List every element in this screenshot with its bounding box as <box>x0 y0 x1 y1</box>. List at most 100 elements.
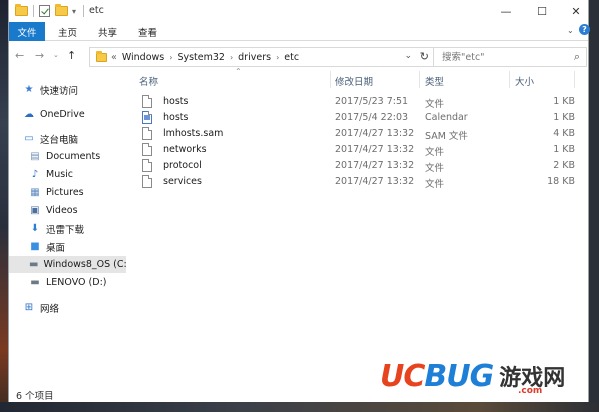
title-separator <box>83 4 84 18</box>
sidebar-item-drive-c[interactable]: ▬ Windows8_OS (C: <box>9 256 126 273</box>
calendar-file-icon <box>142 111 152 124</box>
folder-icon <box>96 50 107 62</box>
tab-home[interactable]: 主页 <box>49 22 86 41</box>
sidebar-item-label: 这台电脑 <box>40 134 79 146</box>
address-row: ← → ⌄ ↑ « Windows › System32 › drivers ›… <box>9 41 588 71</box>
table-row[interactable]: hosts 2017/5/23 7:51 文件 1 KB <box>129 94 590 110</box>
desktop-background <box>0 0 8 412</box>
column-header-name[interactable]: 名称 <box>139 74 158 88</box>
sidebar-item-label: Documents <box>46 151 101 162</box>
column-header-date[interactable]: 修改日期 <box>335 74 373 88</box>
column-divider[interactable] <box>509 71 510 88</box>
file-size: 1 KB <box>553 144 575 155</box>
window-title: etc <box>89 5 104 16</box>
file-date: 2017/4/27 13:32 <box>335 144 415 155</box>
file-name: hosts <box>163 112 189 123</box>
sidebar-item-label: Videos <box>46 205 78 216</box>
search-box[interactable]: ⌕ <box>433 47 587 67</box>
forward-button[interactable]: → <box>35 49 44 62</box>
sidebar-item-thunder-downloads[interactable]: ⬇ 迅雷下载 <box>9 220 126 237</box>
file-icon <box>142 95 152 108</box>
file-name: protocol <box>163 160 202 171</box>
sidebar-item-music[interactable]: ♪ Music <box>9 166 126 183</box>
search-icon[interactable]: ⌕ <box>574 50 580 64</box>
table-row[interactable]: protocol 2017/4/27 13:32 文件 2 KB <box>129 158 590 174</box>
sidebar-item-quick-access[interactable]: ★ 快速访问 <box>9 81 126 98</box>
breadcrumb-etc[interactable]: etc <box>284 52 299 63</box>
chevron-right-icon[interactable]: › <box>230 53 233 62</box>
cloud-icon: ☁ <box>24 109 34 120</box>
customize-quick-access-icon[interactable]: ▾ <box>72 4 76 18</box>
sidebar-item-label: Pictures <box>46 187 84 198</box>
up-button[interactable]: ↑ <box>67 49 76 62</box>
star-icon: ★ <box>24 84 34 95</box>
ribbon-tabs: 文件 主页 共享 查看 ⌄ ? <box>9 22 590 41</box>
sidebar-item-network[interactable]: ⊞ 网络 <box>9 299 126 316</box>
table-row[interactable]: hosts 2017/5/4 22:03 Calendar 1 KB <box>129 110 590 126</box>
new-folder-icon[interactable] <box>55 4 68 18</box>
properties-check-icon[interactable] <box>39 4 50 18</box>
sidebar-item-desktop[interactable]: ■ 桌面 <box>9 238 126 255</box>
breadcrumb-overflow[interactable]: « <box>111 52 117 63</box>
sidebar-item-pictures[interactable]: ▦ Pictures <box>9 184 126 201</box>
sidebar-item-label: Music <box>46 169 74 180</box>
desktop-icon: ■ <box>30 241 40 252</box>
sidebar-item-label: 迅雷下载 <box>46 224 85 236</box>
column-header-type[interactable]: 类型 <box>425 74 444 88</box>
sidebar-item-drive-d[interactable]: ▬ LENOVO (D:) <box>9 274 126 291</box>
watermark-url: .com <box>518 386 543 396</box>
sidebar-item-documents[interactable]: ▤ Documents <box>9 148 126 165</box>
file-date: 2017/5/4 22:03 <box>335 112 409 123</box>
chevron-right-icon[interactable]: › <box>169 53 172 62</box>
minimize-button[interactable]: — <box>491 0 521 22</box>
desktop-background-bottom <box>0 402 599 412</box>
column-header-size[interactable]: 大小 <box>515 74 534 88</box>
file-type: 文件 <box>425 179 445 190</box>
file-size: 2 KB <box>553 160 575 171</box>
breadcrumb-drivers[interactable]: drivers <box>238 52 271 63</box>
item-count: 6 个项目 <box>16 391 54 402</box>
close-button[interactable]: ✕ <box>561 0 591 22</box>
ribbon-expand-icon[interactable]: ⌄ <box>567 26 574 35</box>
column-divider[interactable] <box>330 71 331 88</box>
sidebar-item-this-pc[interactable]: ▭ 这台电脑 <box>9 130 126 147</box>
column-divider[interactable] <box>574 71 575 88</box>
search-input[interactable] <box>442 48 562 66</box>
help-icon[interactable]: ? <box>579 24 590 35</box>
file-name: lmhosts.sam <box>163 128 224 139</box>
recent-locations-icon[interactable]: ⌄ <box>53 51 59 59</box>
tab-share[interactable]: 共享 <box>89 22 126 41</box>
back-button[interactable]: ← <box>15 49 24 62</box>
address-dropdown-icon[interactable]: ⌄ <box>404 51 412 61</box>
file-size: 1 KB <box>553 96 575 107</box>
maximize-button[interactable]: ☐ <box>527 0 557 22</box>
file-date: 2017/4/27 13:32 <box>335 128 415 139</box>
breadcrumb-system32[interactable]: System32 <box>177 52 225 63</box>
tab-view[interactable]: 查看 <box>129 22 166 41</box>
sidebar-item-onedrive[interactable]: ☁ OneDrive <box>9 106 126 123</box>
download-icon: ⬇ <box>30 223 40 234</box>
sidebar-item-label: 快速访问 <box>40 85 79 97</box>
table-row[interactable]: services 2017/4/27 13:32 文件 18 KB <box>129 174 590 190</box>
chevron-right-icon[interactable]: › <box>276 53 279 62</box>
table-row[interactable]: lmhosts.sam 2017/4/27 13:32 SAM 文件 4 KB <box>129 126 590 142</box>
documents-icon: ▤ <box>30 151 40 162</box>
address-bar[interactable]: « Windows › System32 › drivers › etc ⌄ ↻ <box>89 47 435 67</box>
sidebar-item-label: LENOVO (D:) <box>46 277 107 288</box>
sidebar-item-videos[interactable]: ▣ Videos <box>9 202 126 219</box>
table-row[interactable]: networks 2017/4/27 13:32 文件 1 KB <box>129 142 590 158</box>
tab-file[interactable]: 文件 <box>9 22 45 41</box>
file-date: 2017/4/27 13:32 <box>335 160 415 171</box>
file-icon <box>142 159 152 172</box>
sidebar-item-label: OneDrive <box>40 109 85 120</box>
file-size: 18 KB <box>547 176 575 187</box>
file-type: 文件 <box>425 147 445 158</box>
file-size: 4 KB <box>553 128 575 139</box>
sort-ascending-icon: ⌃ <box>235 67 242 76</box>
breadcrumb-windows[interactable]: Windows <box>122 52 164 63</box>
refresh-icon[interactable]: ↻ <box>420 50 429 63</box>
file-name: networks <box>163 144 207 155</box>
file-name: services <box>163 176 202 187</box>
sep <box>33 4 34 18</box>
column-divider[interactable] <box>419 71 420 88</box>
